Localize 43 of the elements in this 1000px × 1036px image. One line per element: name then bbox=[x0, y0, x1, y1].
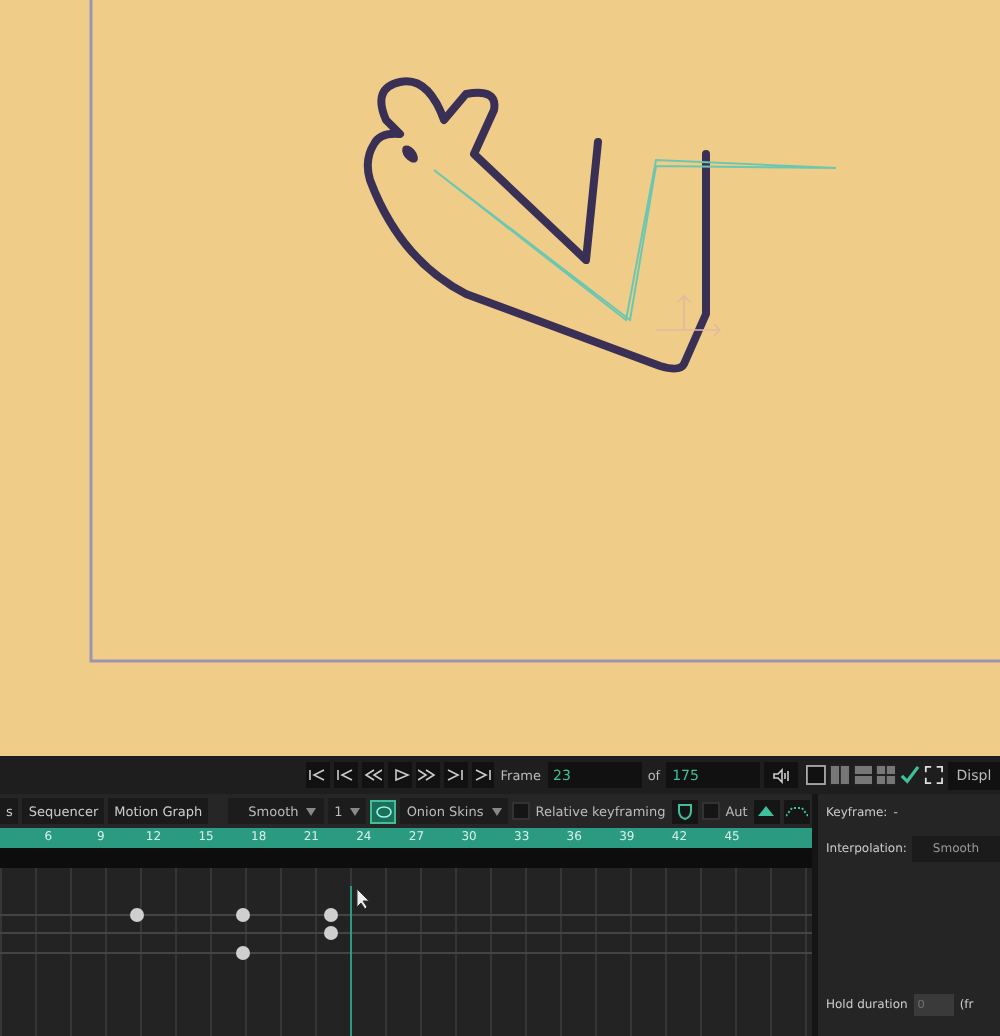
peak-button[interactable] bbox=[753, 799, 780, 823]
split-view-icon[interactable] bbox=[829, 764, 850, 786]
keyframe-dot[interactable] bbox=[130, 908, 144, 922]
transport-button[interactable] bbox=[306, 762, 330, 788]
mouse-cursor-icon bbox=[356, 888, 370, 910]
transport-icon bbox=[391, 768, 410, 782]
transport-icon bbox=[336, 768, 355, 782]
transport-button[interactable] bbox=[333, 762, 357, 788]
move-gizmo-icon bbox=[655, 294, 722, 337]
keyframe-dot[interactable] bbox=[236, 908, 250, 922]
speaker-icon bbox=[772, 767, 790, 783]
caret-icon bbox=[491, 807, 502, 815]
triangle-icon bbox=[758, 805, 775, 817]
onion-icon bbox=[375, 805, 392, 817]
caret-icon bbox=[350, 807, 361, 815]
transport-button[interactable] bbox=[471, 762, 495, 788]
shield-icon bbox=[677, 803, 692, 819]
transport-button[interactable] bbox=[443, 762, 467, 788]
curve-button[interactable] bbox=[783, 799, 810, 823]
transport-icon bbox=[363, 768, 382, 782]
transport-icon bbox=[418, 768, 437, 782]
transport-button[interactable] bbox=[416, 762, 440, 788]
transport-icon bbox=[446, 768, 465, 782]
expand-icon[interactable] bbox=[924, 764, 945, 786]
keyframe-dot[interactable] bbox=[324, 908, 338, 922]
checkbox[interactable] bbox=[511, 802, 530, 820]
timeline-tracks[interactable] bbox=[0, 868, 812, 1036]
transport-button[interactable] bbox=[388, 762, 412, 788]
transport-icon bbox=[473, 768, 492, 782]
transport-button[interactable] bbox=[361, 762, 385, 788]
horizontal-split-icon[interactable] bbox=[853, 764, 873, 786]
caret-icon bbox=[306, 807, 317, 815]
single-view-icon[interactable] bbox=[805, 764, 826, 786]
quad-view-icon[interactable] bbox=[876, 764, 897, 786]
transport-icon bbox=[308, 768, 327, 782]
onion-toggle[interactable] bbox=[370, 799, 397, 823]
checkbox[interactable] bbox=[701, 802, 720, 820]
speaker-button[interactable] bbox=[764, 762, 798, 788]
keyframe-dot[interactable] bbox=[324, 926, 338, 940]
shield-button[interactable] bbox=[671, 799, 698, 823]
keyframe-dot[interactable] bbox=[236, 946, 250, 960]
checkmark-icon[interactable] bbox=[900, 764, 921, 786]
curve-icon bbox=[785, 805, 808, 817]
